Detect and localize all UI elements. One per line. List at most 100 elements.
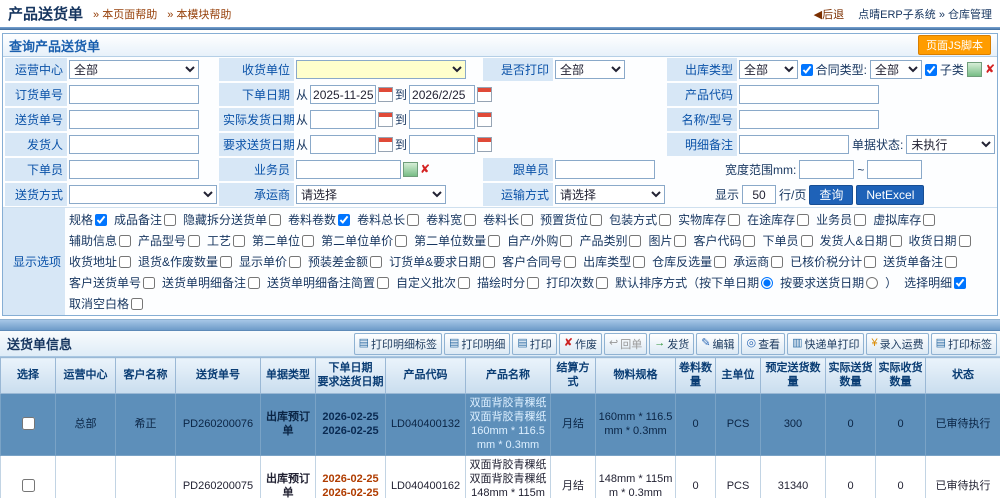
display-option[interactable]: 预装差金额 [308, 253, 382, 270]
toolbar-button-express-print[interactable]: ▥ 快递单打印 [787, 333, 864, 355]
display-option[interactable]: 显示单价 [239, 253, 301, 270]
display-option-checkbox[interactable] [119, 235, 131, 247]
display-option[interactable]: 图片 [648, 232, 686, 249]
display-option[interactable]: 仓库反选量 [652, 253, 726, 270]
module-help-link[interactable]: » 本模块帮助 [167, 6, 231, 22]
display-option-checkbox[interactable] [289, 256, 301, 268]
display-option-checkbox[interactable] [527, 277, 539, 289]
subtype-checkbox[interactable] [925, 64, 937, 76]
display-option[interactable]: 第二单位 [252, 232, 314, 249]
display-option[interactable]: 退货&作废数量 [138, 253, 232, 270]
doc-status-select[interactable]: 未执行 [906, 135, 995, 154]
display-option[interactable]: 发货人&日期 [820, 232, 902, 249]
tracker-input[interactable] [555, 160, 655, 179]
name-model-input[interactable] [739, 110, 879, 129]
display-option[interactable]: 默认排序方式（按下单日期 [615, 274, 773, 291]
carrier-select[interactable]: 请选择 [296, 185, 446, 204]
display-option[interactable]: 收货地址 [69, 253, 131, 270]
calendar-icon[interactable] [477, 112, 492, 127]
display-option-checkbox[interactable] [370, 256, 382, 268]
display-option-checkbox[interactable] [395, 235, 407, 247]
width-max-input[interactable] [867, 160, 922, 179]
display-option[interactable]: 卷料卷数 [288, 211, 350, 228]
display-option-checkbox[interactable] [854, 214, 866, 226]
display-option-checkbox[interactable] [797, 214, 809, 226]
display-option[interactable]: 虚拟库存 [873, 211, 935, 228]
page-help-link[interactable]: » 本页面帮助 [93, 6, 157, 22]
display-option[interactable]: 第二单位单价 [321, 232, 407, 249]
toolbar-button-edit[interactable]: ✎ 编辑 [696, 333, 739, 355]
display-option[interactable]: 产品型号 [138, 232, 200, 249]
display-option-checkbox[interactable] [674, 235, 686, 247]
display-option-checkbox[interactable] [959, 235, 971, 247]
display-option[interactable]: 包装方式 [609, 211, 671, 228]
display-option[interactable]: 描绘时分 [477, 274, 539, 291]
actual-ship-date-from-input[interactable] [310, 110, 376, 129]
display-option-checkbox[interactable] [220, 256, 232, 268]
display-option[interactable]: 卷料宽 [426, 211, 476, 228]
table-row[interactable]: 总部 希正 PD260200076 出库预订单 2026-02-252026-0… [1, 393, 1000, 455]
detail-note-input[interactable] [739, 135, 849, 154]
display-option[interactable]: 出库类型 [583, 253, 645, 270]
page-js-script-button[interactable]: 页面JS脚本 [918, 35, 991, 55]
display-option-checkbox[interactable] [521, 214, 533, 226]
delivery-no-input[interactable] [69, 110, 199, 129]
cell-product-name[interactable]: 双面背胶青稞纸双面背胶青稞纸148mm * 115mm * 0.3mm [466, 455, 551, 498]
display-option[interactable]: 送货单明细备注简置 [267, 274, 389, 291]
operation-center-select[interactable]: 全部 [69, 60, 199, 79]
row-select-checkbox[interactable] [22, 479, 35, 492]
display-option-checkbox[interactable] [864, 256, 876, 268]
display-option-checkbox[interactable] [377, 277, 389, 289]
required-date-from-input[interactable] [310, 135, 376, 154]
toolbar-button-print-detail-label[interactable]: ▤ 打印明细标签 [354, 333, 442, 355]
display-option[interactable]: 选择明细 [904, 274, 966, 291]
display-option-checkbox[interactable] [659, 214, 671, 226]
order-no-input[interactable] [69, 85, 199, 104]
calendar-icon[interactable] [477, 87, 492, 102]
display-option-checkbox[interactable] [743, 235, 755, 247]
calendar-icon[interactable] [477, 137, 492, 152]
display-option[interactable]: 预置货位 [540, 211, 602, 228]
calendar-icon[interactable] [378, 137, 393, 152]
calendar-icon[interactable] [378, 87, 393, 102]
outbound-type-select[interactable]: 全部 [739, 60, 798, 79]
display-option-checkbox[interactable] [771, 256, 783, 268]
display-option-checkbox[interactable] [633, 256, 645, 268]
product-code-input[interactable] [739, 85, 879, 104]
order-date-to-input[interactable] [409, 85, 475, 104]
orderer-input[interactable] [69, 160, 199, 179]
page-size-input[interactable] [742, 185, 776, 204]
display-option[interactable]: 打印次数 [546, 274, 608, 291]
display-option[interactable]: 按要求送货日期 [780, 274, 878, 291]
receiver-unit-combo[interactable] [296, 60, 466, 79]
subtype-clear-icon[interactable]: ✘ [985, 63, 995, 76]
display-option[interactable]: 在途库存 [747, 211, 809, 228]
display-option-checkbox[interactable] [596, 277, 608, 289]
contract-type-select[interactable]: 全部 [870, 60, 922, 79]
display-option[interactable]: 送货单备注 [883, 253, 957, 270]
display-option[interactable]: 客户送货单号 [69, 274, 155, 291]
display-option-checkbox[interactable] [945, 256, 957, 268]
display-option-checkbox[interactable] [164, 214, 176, 226]
toolbar-button-ship[interactable]: → 发货 [649, 333, 694, 355]
display-option[interactable]: 自定义批次 [396, 274, 470, 291]
search-button[interactable]: 查询 [809, 185, 853, 205]
toolbar-button-print[interactable]: ▤ 打印 [512, 333, 556, 355]
display-option[interactable]: 规格 [69, 211, 107, 228]
display-option-checkbox[interactable] [629, 235, 641, 247]
display-option[interactable]: 取消空白格 [69, 295, 143, 312]
display-option-checkbox[interactable] [338, 214, 350, 226]
display-option[interactable]: 隐藏拆分送货单 [183, 211, 281, 228]
display-option[interactable]: 订货单&要求日期 [389, 253, 495, 270]
display-option[interactable]: 自产/外购 [507, 232, 572, 249]
display-option[interactable]: 收货日期 [909, 232, 971, 249]
display-option-checkbox[interactable] [728, 214, 740, 226]
toolbar-button-void[interactable]: ✘ 作废 [559, 333, 602, 355]
contract-type-checkbox[interactable] [801, 64, 813, 76]
back-link[interactable]: ◀后退 [814, 6, 844, 22]
display-option-checkbox[interactable] [131, 298, 143, 310]
display-option-checkbox[interactable] [95, 214, 107, 226]
display-option-checkbox[interactable] [233, 235, 245, 247]
display-option-checkbox[interactable] [954, 277, 966, 289]
display-option-checkbox[interactable] [407, 214, 419, 226]
